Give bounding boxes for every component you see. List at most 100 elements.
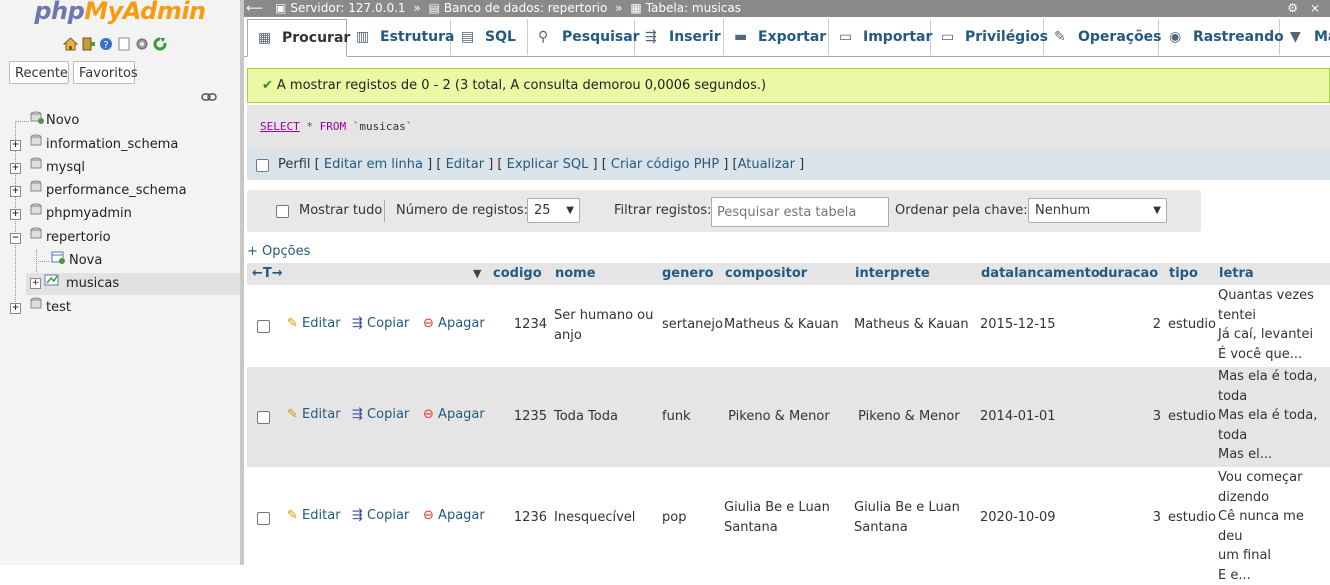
column-header-codigo[interactable]: codigo bbox=[493, 263, 542, 285]
cell-nome[interactable]: Inesquecível bbox=[554, 508, 635, 528]
column-header-datalancamento[interactable]: datalancamento bbox=[981, 263, 1100, 285]
expand-icon[interactable]: + bbox=[10, 303, 21, 314]
cell-interprete[interactable]: Matheus & Kauan bbox=[854, 315, 969, 335]
copy-action[interactable]: ⇶ Copiar bbox=[352, 407, 409, 422]
edit-link[interactable]: Editar bbox=[446, 157, 485, 172]
cell-tipo[interactable]: estudio bbox=[1168, 407, 1216, 427]
delete-action[interactable]: ⊖ Apagar bbox=[423, 508, 485, 523]
docs-icon[interactable] bbox=[116, 36, 132, 52]
options-link[interactable]: + Opções bbox=[247, 244, 310, 259]
cell-tipo[interactable]: estudio bbox=[1168, 315, 1216, 335]
cell-tipo[interactable]: estudio bbox=[1168, 508, 1216, 528]
sort-dropdown-icon[interactable]: ▼ bbox=[473, 263, 481, 285]
filter-rows-input[interactable] bbox=[711, 197, 889, 227]
favorites-tab[interactable]: Favoritos bbox=[73, 61, 135, 84]
tree-item-musicas[interactable]: +musicas bbox=[26, 273, 240, 295]
help-icon[interactable]: ? bbox=[98, 36, 114, 52]
cell-interprete[interactable]: Pikeno & Menor bbox=[854, 407, 960, 427]
tab-rastreando[interactable]: ◉Rastreando bbox=[1159, 19, 1280, 55]
sidebar-resize-handle[interactable] bbox=[240, 0, 244, 565]
refresh-link[interactable]: Atualizar bbox=[738, 157, 795, 172]
sort-by-key-select[interactable]: Nenhum▼ bbox=[1028, 198, 1167, 223]
delete-action[interactable]: ⊖ Apagar bbox=[423, 316, 485, 331]
cell-codigo[interactable]: 1234 bbox=[505, 315, 547, 335]
tree-item-new-table[interactable]: Nova bbox=[51, 250, 102, 272]
tree-item-test[interactable]: test bbox=[30, 297, 71, 319]
edit-inline-link[interactable]: Editar em linha bbox=[324, 157, 423, 172]
row-checkbox[interactable] bbox=[257, 411, 270, 424]
cell-genero[interactable]: funk bbox=[662, 407, 691, 427]
tab-importar[interactable]: ▭Importar bbox=[829, 19, 931, 55]
reload-icon[interactable] bbox=[152, 36, 168, 52]
delete-action[interactable]: ⊖ Apagar bbox=[423, 407, 485, 422]
cell-genero[interactable]: pop bbox=[662, 508, 686, 528]
tab-procurar[interactable]: ▦Procurar bbox=[247, 19, 347, 57]
cell-letra[interactable]: Vou começardizendoCê nunca me deuum fina… bbox=[1218, 468, 1328, 585]
recent-tab[interactable]: Recente bbox=[9, 61, 69, 84]
profiling-checkbox[interactable] bbox=[256, 159, 269, 172]
tree-item-performance-schema[interactable]: performance_schema bbox=[30, 180, 187, 202]
cell-compositor[interactable]: Matheus & Kauan bbox=[724, 315, 839, 335]
breadcrumb-server[interactable]: Servidor: 127.0.0.1 bbox=[290, 1, 405, 15]
breadcrumb-database[interactable]: Banco de dados: repertorio bbox=[444, 1, 607, 15]
tree-item-repertorio[interactable]: repertorio bbox=[30, 227, 111, 249]
column-header-letra[interactable]: letra bbox=[1219, 263, 1254, 285]
column-header-compositor[interactable]: compositor bbox=[725, 263, 807, 285]
cell-datalancamento[interactable]: 2015-12-15 bbox=[980, 315, 1056, 335]
cell-letra[interactable]: Mas ela é toda,todaMas ela é toda,todaMa… bbox=[1218, 367, 1328, 465]
tab-inserir[interactable]: ⇶Inserir bbox=[635, 19, 724, 55]
column-resize-handle-icon[interactable]: ←T→ bbox=[252, 263, 283, 285]
column-header-duracao[interactable]: duracao bbox=[1099, 263, 1158, 285]
cell-interprete[interactable]: Giulia Be e LuanSantana bbox=[854, 498, 974, 537]
row-checkbox[interactable] bbox=[257, 512, 270, 525]
phpmyadmin-logo[interactable]: phpMyAdmin bbox=[0, 0, 240, 25]
sql-keyword-select[interactable]: SELECT bbox=[260, 120, 300, 133]
edit-action[interactable]: ✎ Editar bbox=[287, 508, 341, 523]
cell-codigo[interactable]: 1236 bbox=[505, 508, 547, 528]
cell-duracao[interactable]: 2 bbox=[1107, 315, 1161, 335]
edit-action[interactable]: ✎ Editar bbox=[287, 316, 341, 331]
home-icon[interactable] bbox=[62, 36, 78, 52]
show-all-label[interactable]: Mostrar tudo bbox=[299, 203, 382, 218]
tab-operacoes[interactable]: ✎Operações bbox=[1044, 19, 1159, 55]
expand-icon[interactable]: + bbox=[30, 278, 41, 289]
collapse-icon[interactable]: − bbox=[10, 233, 21, 244]
breadcrumb-table[interactable]: Tabela: musicas bbox=[646, 1, 741, 15]
expand-icon[interactable]: + bbox=[10, 209, 21, 220]
row-checkbox[interactable] bbox=[257, 320, 270, 333]
cell-nome[interactable]: Ser humano ouanjo bbox=[554, 306, 654, 345]
tab-exportar[interactable]: ▬Exportar bbox=[724, 19, 829, 55]
copy-action[interactable]: ⇶ Copiar bbox=[352, 508, 409, 523]
expand-icon[interactable]: + bbox=[10, 163, 21, 174]
cell-duracao[interactable]: 3 bbox=[1107, 508, 1161, 528]
tab-sql[interactable]: ▤SQL bbox=[451, 19, 528, 55]
tab-pesquisar[interactable]: ⚲Pesquisar bbox=[528, 19, 635, 55]
num-rows-select[interactable]: 25▼ bbox=[527, 198, 580, 223]
settings-icon[interactable] bbox=[134, 36, 150, 52]
copy-action[interactable]: ⇶ Copiar bbox=[352, 316, 409, 331]
tree-item-new-database[interactable]: Novo bbox=[30, 110, 79, 132]
create-php-code-link[interactable]: Criar código PHP bbox=[611, 157, 719, 172]
cell-duracao[interactable]: 3 bbox=[1107, 407, 1161, 427]
cell-genero[interactable]: sertanejo bbox=[662, 315, 723, 335]
cell-compositor[interactable]: Giulia Be e LuanSantana bbox=[724, 498, 844, 537]
cell-datalancamento[interactable]: 2020-10-09 bbox=[980, 508, 1056, 528]
column-header-nome[interactable]: nome bbox=[555, 263, 596, 285]
column-header-genero[interactable]: genero bbox=[662, 263, 714, 285]
cell-nome[interactable]: Toda Toda bbox=[554, 407, 618, 427]
collapse-sidebar-icon[interactable]: ⟵ bbox=[246, 1, 263, 15]
sql-query-box[interactable]: SELECT * FROM `musicas` bbox=[247, 105, 1330, 150]
tab-privilegios[interactable]: ▭Privilégios bbox=[931, 19, 1044, 55]
tree-item-phpmyadmin[interactable]: phpmyadmin bbox=[30, 203, 132, 225]
expand-icon[interactable]: + bbox=[10, 186, 21, 197]
link-with-main-panel-icon[interactable] bbox=[201, 92, 217, 102]
show-all-checkbox[interactable] bbox=[276, 205, 289, 218]
close-icon[interactable]: ⨯ bbox=[1310, 0, 1320, 17]
logout-icon[interactable] bbox=[80, 36, 96, 52]
expand-icon[interactable]: + bbox=[10, 140, 21, 151]
explain-sql-link[interactable]: Explicar SQL bbox=[507, 157, 589, 172]
tree-item-mysql[interactable]: mysql bbox=[30, 157, 85, 179]
column-header-tipo[interactable]: tipo bbox=[1169, 263, 1198, 285]
tree-item-information-schema[interactable]: information_schema bbox=[30, 134, 178, 156]
tab-more[interactable]: ▼Ma bbox=[1280, 19, 1330, 55]
